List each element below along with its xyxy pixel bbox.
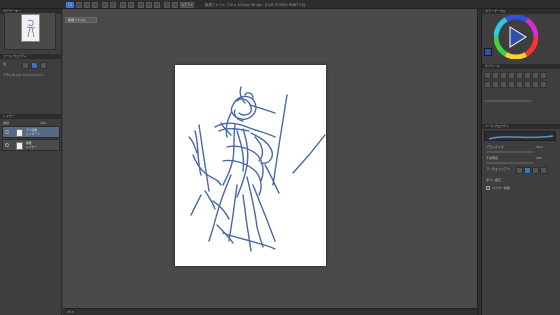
snap-button[interactable]	[164, 1, 170, 8]
anti-alias-none-icon[interactable]	[516, 167, 523, 174]
clear-button[interactable]	[120, 1, 126, 8]
ruler-tool-icon[interactable]	[516, 81, 523, 88]
stabilization-label: 手ブレ補正	[486, 178, 502, 182]
vector-snap-label: ベクター吸着	[492, 186, 510, 190]
blend-tool-icon[interactable]	[524, 72, 531, 79]
layer-thumbnail	[16, 128, 23, 137]
anti-alias-label: アンチエイリアス	[486, 167, 510, 171]
brush-size-value[interactable]: 10.0	[536, 145, 543, 149]
open-file-button[interactable]	[84, 1, 90, 8]
frame-tool-icon[interactable]	[524, 81, 531, 88]
invert-selection-button[interactable]	[154, 1, 160, 8]
color-wheel[interactable]	[493, 14, 539, 60]
layer-name[interactable]: ラフ画像 レイヤー 1	[26, 128, 40, 136]
tool-settings-header: ツールプロパティ	[482, 124, 560, 129]
gradient-tool-icon[interactable]	[540, 81, 547, 88]
eyedropper-tool-icon[interactable]	[508, 81, 515, 88]
color-slider-white[interactable]	[506, 100, 528, 102]
brush-tip-round-icon[interactable]	[22, 62, 29, 69]
zoom-level[interactable]: 33.3	[67, 310, 74, 314]
drawing-canvas[interactable]	[175, 65, 326, 266]
brush-label: 筆	[3, 62, 7, 66]
layer-panel-header: レイヤー	[0, 114, 62, 119]
main-color-swatch[interactable]	[484, 48, 492, 56]
eye-icon[interactable]	[5, 130, 9, 134]
save-button[interactable]	[92, 1, 98, 8]
fill-tool-icon[interactable]	[532, 72, 539, 79]
opacity-value[interactable]: 100	[536, 156, 542, 160]
brush-stroke-graphic	[488, 135, 554, 140]
layer-name[interactable]: 用紙 レイヤー	[26, 141, 37, 149]
anti-alias-weak-icon[interactable]	[524, 167, 531, 174]
blend-mode-select[interactable]: 通常	[3, 121, 9, 125]
layer-row[interactable]: ラフ画像 レイヤー 1	[2, 126, 60, 138]
deselect-button[interactable]	[146, 1, 152, 8]
balloon-tool-icon[interactable]	[532, 81, 539, 88]
color-wheel-header: カラーサークル	[482, 9, 560, 14]
layer-thumbnail	[16, 141, 23, 150]
brush-size-label: ブラシサイズ	[3, 73, 21, 77]
status-bar: 33.3	[63, 308, 477, 315]
entry-button[interactable]: ｴﾝﾌﾟﾘｰﾄ	[180, 1, 194, 8]
move-tool-icon[interactable]	[492, 81, 499, 88]
brush-stroke-preview	[484, 131, 556, 141]
brush-size-label: ブラシサイズ	[486, 145, 504, 149]
rough-sketch-drawing	[188, 86, 326, 252]
anti-alias-strong-icon[interactable]	[540, 167, 547, 174]
layer-row[interactable]: 用紙 レイヤー	[2, 139, 60, 151]
brush-tool-icon[interactable]	[500, 72, 507, 79]
redo-button[interactable]	[110, 1, 116, 8]
zoom-tool-icon[interactable]	[500, 81, 507, 88]
eye-icon[interactable]	[5, 143, 9, 147]
selection-tool-icon[interactable]	[484, 81, 491, 88]
transform-button[interactable]	[138, 1, 144, 8]
color-wheel-graphic	[493, 14, 539, 60]
brush-size-slider[interactable]	[486, 151, 534, 153]
app-logo-button[interactable]: CS	[66, 1, 74, 8]
anti-alias-medium-icon[interactable]	[532, 167, 539, 174]
sub-tool-header: サブツール	[482, 64, 560, 69]
navigator-canvas-thumb	[21, 14, 40, 42]
undo-button[interactable]	[102, 1, 108, 8]
pencil-tool-icon[interactable]	[492, 72, 499, 79]
ruler-button[interactable]	[172, 1, 178, 8]
brush-tip-selected-icon[interactable]	[31, 62, 38, 69]
window-title: 新規ファイル 720 x 1024px 96 dpi - [CLIP STUDI…	[205, 3, 306, 7]
pen-tool-icon[interactable]	[484, 72, 491, 79]
airbrush-tool-icon[interactable]	[508, 72, 515, 79]
text-tool-icon[interactable]	[540, 72, 547, 79]
tab-document[interactable]: 新規ファイル	[65, 17, 97, 23]
tool-property-header: ツールプロパティ	[0, 54, 62, 59]
opacity-slider[interactable]	[486, 162, 534, 164]
vector-snap-checkbox[interactable]	[486, 186, 490, 190]
opacity-label: 不透明度	[486, 156, 499, 160]
top-toolbar: CS ｴﾝﾌﾟﾘｰﾄ 新規ファイル 720 x 1024px 96 dpi - …	[0, 0, 560, 9]
brush-tip-square-icon[interactable]	[40, 62, 47, 69]
new-file-button[interactable]	[76, 1, 82, 8]
brush-size-slider[interactable]	[22, 74, 44, 76]
layer-opacity-value[interactable]: 100	[40, 121, 46, 125]
eraser-tool-icon[interactable]	[516, 72, 523, 79]
navigator-sketch-thumb	[26, 19, 36, 38]
fill-button[interactable]	[128, 1, 134, 8]
